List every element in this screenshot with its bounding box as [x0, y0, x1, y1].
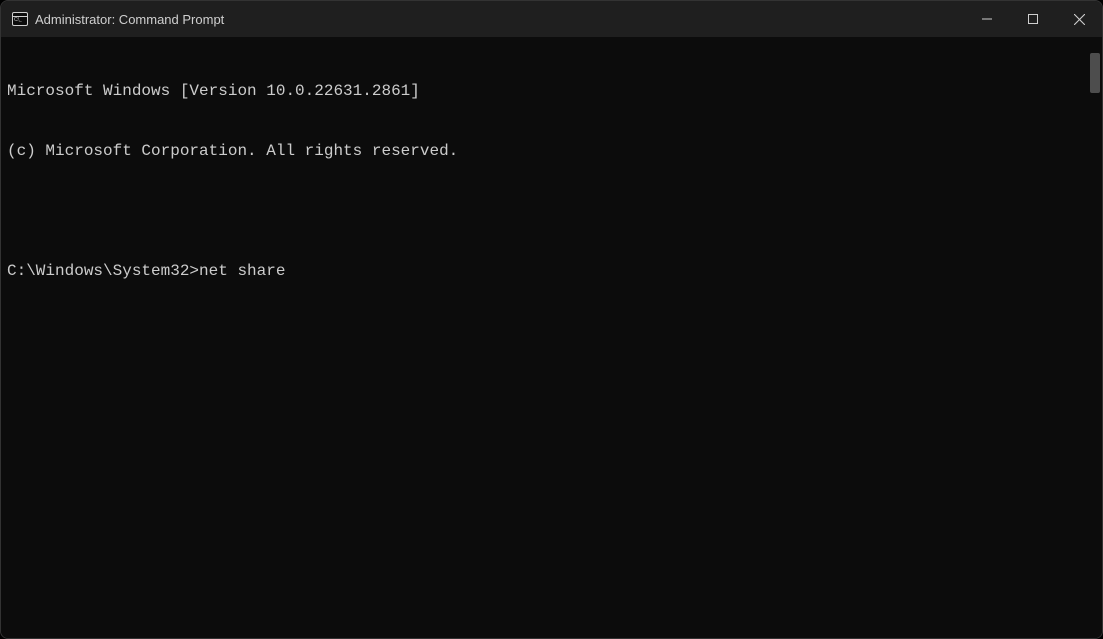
- window-controls: [964, 1, 1102, 37]
- vertical-scrollbar[interactable]: [1088, 37, 1102, 638]
- maximize-icon: [1028, 14, 1038, 24]
- close-icon: [1074, 14, 1085, 25]
- command-text: net share: [199, 261, 285, 281]
- command-prompt-icon: [12, 12, 28, 26]
- copyright-line: (c) Microsoft Corporation. All rights re…: [7, 141, 1082, 161]
- scrollbar-thumb[interactable]: [1090, 53, 1100, 93]
- client-area: Microsoft Windows [Version 10.0.22631.28…: [1, 37, 1102, 638]
- maximize-button[interactable]: [1010, 1, 1056, 37]
- app-icon-slot: [1, 12, 31, 26]
- titlebar[interactable]: Administrator: Command Prompt: [1, 1, 1102, 37]
- blank-line: [7, 201, 1082, 221]
- prompt-text: C:\Windows\System32>: [7, 261, 199, 281]
- version-line: Microsoft Windows [Version 10.0.22631.28…: [7, 81, 1082, 101]
- minimize-icon: [982, 14, 992, 24]
- prompt-line: C:\Windows\System32>net share: [7, 261, 1082, 281]
- terminal-output[interactable]: Microsoft Windows [Version 10.0.22631.28…: [1, 37, 1088, 638]
- window-title: Administrator: Command Prompt: [31, 12, 964, 27]
- minimize-button[interactable]: [964, 1, 1010, 37]
- command-prompt-window: Administrator: Command Prompt Microsoft …: [0, 0, 1103, 639]
- close-button[interactable]: [1056, 1, 1102, 37]
